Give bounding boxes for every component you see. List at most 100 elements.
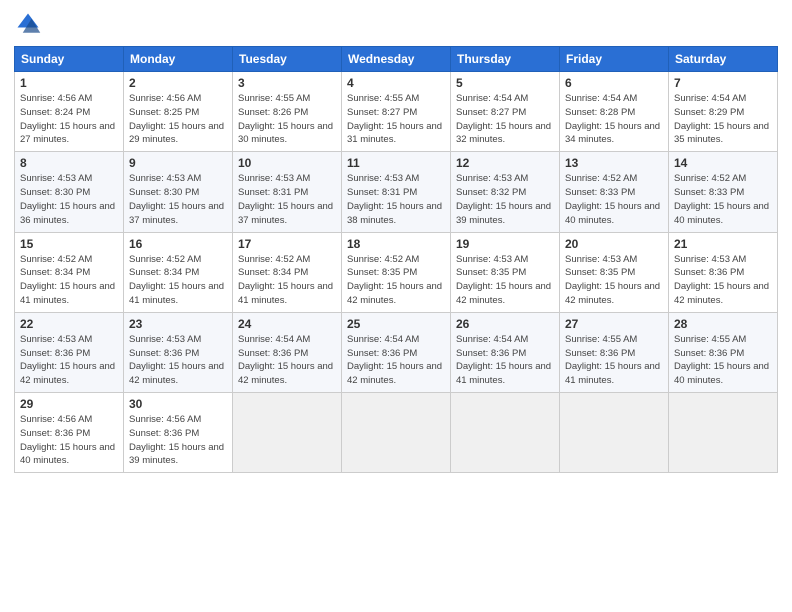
- day-number: 30: [129, 397, 227, 411]
- day-detail: Sunrise: 4:52 AMSunset: 8:33 PMDaylight:…: [674, 173, 769, 225]
- day-detail: Sunrise: 4:54 AMSunset: 8:36 PMDaylight:…: [456, 334, 551, 386]
- day-detail: Sunrise: 4:52 AMSunset: 8:35 PMDaylight:…: [347, 254, 442, 306]
- day-detail: Sunrise: 4:53 AMSunset: 8:35 PMDaylight:…: [456, 254, 551, 306]
- day-cell: 7 Sunrise: 4:54 AMSunset: 8:29 PMDayligh…: [669, 72, 778, 152]
- day-number: 25: [347, 317, 445, 331]
- day-cell: 14 Sunrise: 4:52 AMSunset: 8:33 PMDaylig…: [669, 152, 778, 232]
- day-number: 6: [565, 76, 663, 90]
- day-detail: Sunrise: 4:54 AMSunset: 8:36 PMDaylight:…: [347, 334, 442, 386]
- week-row-2: 8 Sunrise: 4:53 AMSunset: 8:30 PMDayligh…: [15, 152, 778, 232]
- day-number: 11: [347, 156, 445, 170]
- week-row-5: 29 Sunrise: 4:56 AMSunset: 8:36 PMDaylig…: [15, 393, 778, 473]
- day-detail: Sunrise: 4:53 AMSunset: 8:35 PMDaylight:…: [565, 254, 660, 306]
- day-detail: Sunrise: 4:53 AMSunset: 8:36 PMDaylight:…: [129, 334, 224, 386]
- day-cell: 28 Sunrise: 4:55 AMSunset: 8:36 PMDaylig…: [669, 312, 778, 392]
- day-cell: 13 Sunrise: 4:52 AMSunset: 8:33 PMDaylig…: [560, 152, 669, 232]
- day-detail: Sunrise: 4:53 AMSunset: 8:30 PMDaylight:…: [129, 173, 224, 225]
- day-number: 14: [674, 156, 772, 170]
- day-cell: 18 Sunrise: 4:52 AMSunset: 8:35 PMDaylig…: [342, 232, 451, 312]
- day-cell: 30 Sunrise: 4:56 AMSunset: 8:36 PMDaylig…: [124, 393, 233, 473]
- day-cell: 8 Sunrise: 4:53 AMSunset: 8:30 PMDayligh…: [15, 152, 124, 232]
- day-cell: 12 Sunrise: 4:53 AMSunset: 8:32 PMDaylig…: [451, 152, 560, 232]
- day-cell: 2 Sunrise: 4:56 AMSunset: 8:25 PMDayligh…: [124, 72, 233, 152]
- day-number: 28: [674, 317, 772, 331]
- week-row-4: 22 Sunrise: 4:53 AMSunset: 8:36 PMDaylig…: [15, 312, 778, 392]
- day-detail: Sunrise: 4:53 AMSunset: 8:30 PMDaylight:…: [20, 173, 115, 225]
- col-header-tuesday: Tuesday: [233, 47, 342, 72]
- day-detail: Sunrise: 4:54 AMSunset: 8:36 PMDaylight:…: [238, 334, 333, 386]
- day-detail: Sunrise: 4:53 AMSunset: 8:36 PMDaylight:…: [20, 334, 115, 386]
- day-cell: 29 Sunrise: 4:56 AMSunset: 8:36 PMDaylig…: [15, 393, 124, 473]
- day-cell: 27 Sunrise: 4:55 AMSunset: 8:36 PMDaylig…: [560, 312, 669, 392]
- day-cell: 5 Sunrise: 4:54 AMSunset: 8:27 PMDayligh…: [451, 72, 560, 152]
- day-detail: Sunrise: 4:54 AMSunset: 8:28 PMDaylight:…: [565, 93, 660, 145]
- week-row-3: 15 Sunrise: 4:52 AMSunset: 8:34 PMDaylig…: [15, 232, 778, 312]
- day-cell: 17 Sunrise: 4:52 AMSunset: 8:34 PMDaylig…: [233, 232, 342, 312]
- day-cell: [560, 393, 669, 473]
- header: [14, 10, 778, 38]
- day-detail: Sunrise: 4:52 AMSunset: 8:34 PMDaylight:…: [129, 254, 224, 306]
- day-cell: 9 Sunrise: 4:53 AMSunset: 8:30 PMDayligh…: [124, 152, 233, 232]
- day-detail: Sunrise: 4:52 AMSunset: 8:33 PMDaylight:…: [565, 173, 660, 225]
- day-number: 5: [456, 76, 554, 90]
- day-cell: 26 Sunrise: 4:54 AMSunset: 8:36 PMDaylig…: [451, 312, 560, 392]
- day-cell: 24 Sunrise: 4:54 AMSunset: 8:36 PMDaylig…: [233, 312, 342, 392]
- day-cell: 23 Sunrise: 4:53 AMSunset: 8:36 PMDaylig…: [124, 312, 233, 392]
- day-number: 16: [129, 237, 227, 251]
- day-cell: 19 Sunrise: 4:53 AMSunset: 8:35 PMDaylig…: [451, 232, 560, 312]
- col-header-wednesday: Wednesday: [342, 47, 451, 72]
- day-number: 10: [238, 156, 336, 170]
- day-detail: Sunrise: 4:56 AMSunset: 8:24 PMDaylight:…: [20, 93, 115, 145]
- days-header-row: SundayMondayTuesdayWednesdayThursdayFrid…: [15, 47, 778, 72]
- day-number: 21: [674, 237, 772, 251]
- logo: [14, 10, 46, 38]
- day-detail: Sunrise: 4:53 AMSunset: 8:31 PMDaylight:…: [347, 173, 442, 225]
- day-detail: Sunrise: 4:52 AMSunset: 8:34 PMDaylight:…: [238, 254, 333, 306]
- day-detail: Sunrise: 4:53 AMSunset: 8:32 PMDaylight:…: [456, 173, 551, 225]
- day-cell: 20 Sunrise: 4:53 AMSunset: 8:35 PMDaylig…: [560, 232, 669, 312]
- day-number: 12: [456, 156, 554, 170]
- day-number: 20: [565, 237, 663, 251]
- day-cell: 6 Sunrise: 4:54 AMSunset: 8:28 PMDayligh…: [560, 72, 669, 152]
- day-cell: [342, 393, 451, 473]
- day-detail: Sunrise: 4:55 AMSunset: 8:36 PMDaylight:…: [565, 334, 660, 386]
- week-row-1: 1 Sunrise: 4:56 AMSunset: 8:24 PMDayligh…: [15, 72, 778, 152]
- day-number: 1: [20, 76, 118, 90]
- day-cell: [669, 393, 778, 473]
- day-number: 17: [238, 237, 336, 251]
- day-cell: 15 Sunrise: 4:52 AMSunset: 8:34 PMDaylig…: [15, 232, 124, 312]
- col-header-saturday: Saturday: [669, 47, 778, 72]
- day-number: 8: [20, 156, 118, 170]
- col-header-monday: Monday: [124, 47, 233, 72]
- day-detail: Sunrise: 4:56 AMSunset: 8:36 PMDaylight:…: [129, 414, 224, 466]
- day-detail: Sunrise: 4:54 AMSunset: 8:29 PMDaylight:…: [674, 93, 769, 145]
- day-number: 9: [129, 156, 227, 170]
- day-number: 22: [20, 317, 118, 331]
- day-detail: Sunrise: 4:53 AMSunset: 8:31 PMDaylight:…: [238, 173, 333, 225]
- day-number: 29: [20, 397, 118, 411]
- calendar-page: SundayMondayTuesdayWednesdayThursdayFrid…: [0, 0, 792, 612]
- day-detail: Sunrise: 4:55 AMSunset: 8:27 PMDaylight:…: [347, 93, 442, 145]
- day-detail: Sunrise: 4:56 AMSunset: 8:36 PMDaylight:…: [20, 414, 115, 466]
- col-header-friday: Friday: [560, 47, 669, 72]
- day-number: 2: [129, 76, 227, 90]
- day-cell: 11 Sunrise: 4:53 AMSunset: 8:31 PMDaylig…: [342, 152, 451, 232]
- day-cell: 10 Sunrise: 4:53 AMSunset: 8:31 PMDaylig…: [233, 152, 342, 232]
- day-number: 18: [347, 237, 445, 251]
- day-detail: Sunrise: 4:54 AMSunset: 8:27 PMDaylight:…: [456, 93, 551, 145]
- day-cell: [233, 393, 342, 473]
- day-number: 26: [456, 317, 554, 331]
- day-cell: 3 Sunrise: 4:55 AMSunset: 8:26 PMDayligh…: [233, 72, 342, 152]
- day-cell: 22 Sunrise: 4:53 AMSunset: 8:36 PMDaylig…: [15, 312, 124, 392]
- day-number: 13: [565, 156, 663, 170]
- day-number: 24: [238, 317, 336, 331]
- day-number: 27: [565, 317, 663, 331]
- day-number: 3: [238, 76, 336, 90]
- day-detail: Sunrise: 4:52 AMSunset: 8:34 PMDaylight:…: [20, 254, 115, 306]
- day-number: 19: [456, 237, 554, 251]
- day-cell: [451, 393, 560, 473]
- day-cell: 4 Sunrise: 4:55 AMSunset: 8:27 PMDayligh…: [342, 72, 451, 152]
- day-detail: Sunrise: 4:56 AMSunset: 8:25 PMDaylight:…: [129, 93, 224, 145]
- day-detail: Sunrise: 4:53 AMSunset: 8:36 PMDaylight:…: [674, 254, 769, 306]
- day-cell: 25 Sunrise: 4:54 AMSunset: 8:36 PMDaylig…: [342, 312, 451, 392]
